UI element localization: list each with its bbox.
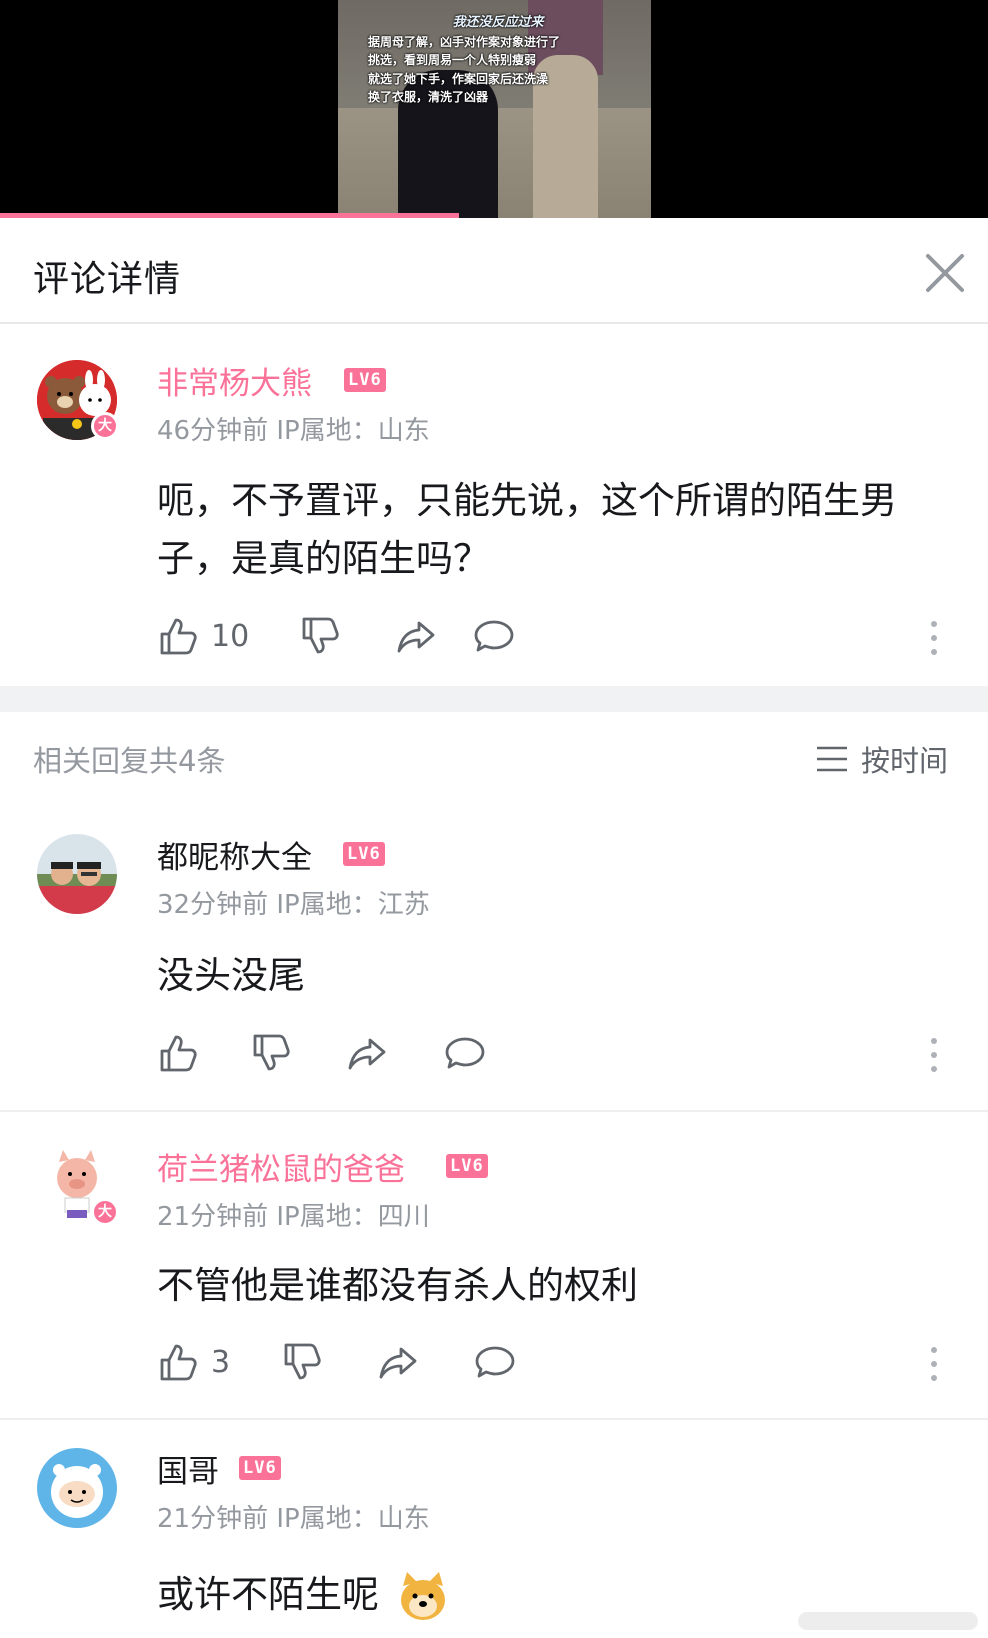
like-button[interactable]: 10 — [157, 613, 249, 659]
doge-emoji-icon — [397, 1571, 449, 1622]
comment-text: 或许不陌生呢 — [157, 1573, 379, 1616]
video-caption-line: 就选了她下手，作案回家后还洗澡 — [368, 71, 549, 86]
video-frame: 我还没反应过来 据周母了解，凶手对作案对象进行了 挑选，看到周易一个人特别瘦弱 … — [338, 0, 651, 218]
thumbs-up-icon — [160, 1344, 197, 1381]
level-badge: LV6 — [239, 1456, 281, 1480]
level-badge: LV6 — [344, 368, 386, 392]
sort-button[interactable]: 按时间 — [815, 738, 948, 780]
video-player[interactable]: 我还没反应过来 据周母了解，凶手对作案对象进行了 挑选，看到周易一个人特别瘦弱 … — [0, 0, 988, 218]
comment-meta: 46分钟前 IP属地：山东 — [157, 416, 430, 446]
comment-icon — [474, 620, 514, 652]
comment-actions: 3 — [157, 1339, 957, 1385]
reply-button[interactable] — [474, 1339, 516, 1385]
like-count: 3 — [211, 1344, 231, 1380]
comment-meta: 21分钟前 IP属地：山东 — [157, 1504, 430, 1534]
sort-label: 按时间 — [861, 744, 949, 778]
reply-button[interactable] — [444, 1030, 486, 1076]
dislike-button[interactable] — [250, 1030, 292, 1076]
username[interactable]: 国哥 — [157, 1446, 219, 1491]
like-button[interactable]: 3 — [157, 1339, 230, 1385]
thumbs-down-icon — [302, 617, 339, 654]
video-caption-title: 我还没反应过来 — [452, 15, 544, 30]
comment-detail-header: 评论详情 — [0, 218, 988, 324]
share-button[interactable] — [346, 1030, 388, 1076]
comment-body: 或许不陌生呢 — [157, 1566, 449, 1624]
comment-icon — [445, 1037, 485, 1069]
comment-actions: 10 — [157, 613, 957, 659]
sort-icon — [817, 746, 847, 772]
like-count: 10 — [211, 618, 250, 654]
comment-body: 没头没尾 — [157, 954, 305, 997]
level-badge: LV6 — [446, 1154, 488, 1178]
video-caption-line: 据周母了解，凶手对作案对象进行了 — [368, 34, 561, 49]
dislike-button[interactable] — [281, 1339, 323, 1385]
video-caption-line: 换了衣服，清洗了凶器 — [368, 90, 489, 104]
replies-count: 相关回复共4条 — [33, 744, 226, 778]
avatar[interactable] — [37, 1448, 117, 1528]
share-icon — [397, 621, 435, 653]
more-options-icon[interactable] — [922, 617, 946, 661]
share-icon — [348, 1038, 386, 1070]
vip-badge: 大 — [91, 412, 119, 440]
more-options-icon[interactable] — [922, 1343, 946, 1387]
watermark-blur — [798, 1606, 978, 1634]
comment-actions — [157, 1030, 957, 1076]
comment-meta: 21分钟前 IP属地：四川 — [157, 1202, 430, 1232]
username[interactable]: 非常杨大熊 — [157, 358, 312, 403]
thumbs-up-icon — [160, 618, 197, 655]
more-options-icon[interactable] — [922, 1034, 946, 1078]
avatar[interactable]: 大 — [37, 1146, 119, 1226]
share-button[interactable] — [395, 613, 437, 659]
username[interactable]: 荷兰猪松鼠的爸爸 — [157, 1144, 405, 1189]
reply-button[interactable] — [473, 613, 515, 659]
share-icon — [379, 1347, 417, 1379]
reply-divider — [0, 1418, 988, 1420]
page-title: 评论详情 — [33, 259, 182, 300]
avatar[interactable] — [37, 834, 117, 914]
close-icon[interactable] — [920, 248, 970, 298]
username[interactable]: 都昵称大全 — [157, 832, 312, 877]
thumbs-down-icon — [284, 1343, 321, 1380]
comment-meta: 32分钟前 IP属地：江苏 — [157, 890, 430, 920]
comment-body: 不管他是谁都没有杀人的权利 — [157, 1264, 638, 1307]
vip-badge: 大 — [91, 1198, 119, 1226]
video-caption: 我还没反应过来 据周母了解，凶手对作案对象进行了 挑选，看到周易一个人特别瘦弱 … — [368, 14, 628, 107]
thumbs-down-icon — [253, 1034, 290, 1071]
avatar[interactable]: 大 — [37, 360, 119, 440]
video-caption-line: 挑选，看到周易一个人特别瘦弱 — [368, 53, 537, 67]
like-button[interactable] — [157, 1030, 211, 1076]
section-divider — [0, 686, 988, 712]
dislike-button[interactable] — [299, 613, 341, 659]
thumbs-up-icon — [160, 1035, 197, 1072]
share-button[interactable] — [377, 1339, 419, 1385]
level-badge: LV6 — [343, 842, 385, 866]
reply-divider — [0, 1110, 988, 1112]
comment-icon — [475, 1346, 515, 1378]
comment-body: 呃，不予置评，只能先说，这个所谓的陌生男子，是真的陌生吗？ — [157, 479, 897, 580]
